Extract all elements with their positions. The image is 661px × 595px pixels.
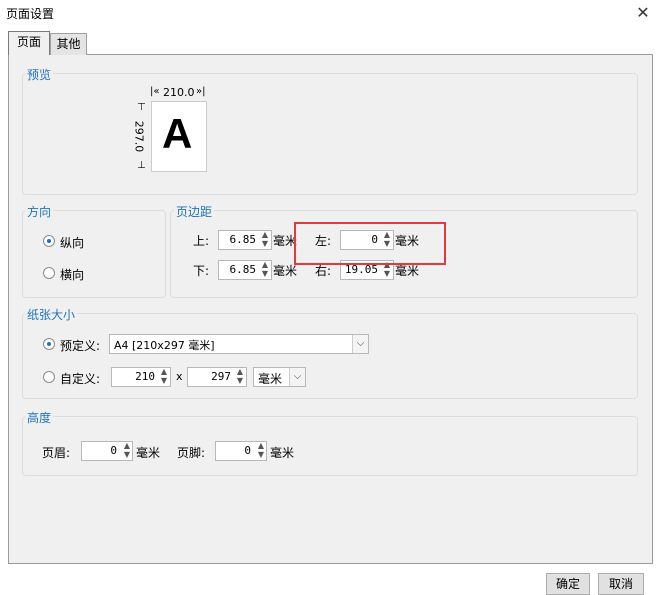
close-icon[interactable]: ✕ bbox=[633, 3, 653, 23]
preview-width-label: 210.0 bbox=[163, 86, 195, 99]
landscape-radio[interactable] bbox=[43, 267, 55, 279]
chevron-down-icon[interactable]: ▼ bbox=[259, 239, 271, 248]
height-group-title: 高度 bbox=[25, 409, 54, 426]
ok-button[interactable]: 确定 bbox=[546, 573, 590, 595]
chevron-up-icon[interactable]: ▲ bbox=[234, 367, 246, 376]
chevron-down-icon[interactable]: ▼ bbox=[255, 450, 267, 459]
margin-top-label: 上: bbox=[193, 234, 210, 248]
footer-label: 页脚: bbox=[177, 446, 206, 460]
custom-width-stepper[interactable]: ▲ ▼ bbox=[158, 367, 170, 387]
highlight-box bbox=[294, 222, 446, 265]
margin-top-stepper[interactable]: ▲ ▼ bbox=[259, 230, 271, 250]
chevron-up-icon[interactable]: ▲ bbox=[255, 441, 267, 450]
header-stepper[interactable]: ▲ ▼ bbox=[121, 441, 133, 461]
margin-bottom-stepper[interactable]: ▲ ▼ bbox=[259, 260, 271, 280]
preview-height-label: 297.0 bbox=[132, 120, 146, 153]
unit-select-value: 毫米 bbox=[258, 372, 283, 386]
chevron-up-icon[interactable]: ▲ bbox=[259, 230, 271, 239]
footer-stepper[interactable]: ▲ ▼ bbox=[255, 441, 267, 461]
chevron-down-icon[interactable]: ⌵ bbox=[352, 335, 368, 353]
paper-size-group-title: 纸张大小 bbox=[25, 306, 78, 323]
margin-bottom-label: 下: bbox=[193, 264, 210, 278]
chevron-down-icon[interactable]: ▼ bbox=[381, 269, 393, 278]
landscape-label[interactable]: 横向 bbox=[60, 266, 84, 283]
orientation-group-title: 方向 bbox=[25, 203, 54, 220]
predefined-radio[interactable] bbox=[43, 338, 55, 350]
predefined-label[interactable]: 预定义: bbox=[60, 337, 100, 354]
tab-other[interactable]: 其他 bbox=[50, 33, 87, 55]
chevron-up-icon[interactable]: ▲ bbox=[158, 367, 170, 376]
footer-unit: 毫米 bbox=[270, 446, 295, 460]
paper-size-select-value: A4 [210x297 毫米] bbox=[114, 339, 215, 352]
chevron-up-icon[interactable]: ▲ bbox=[121, 441, 133, 450]
header-label: 页眉: bbox=[42, 446, 71, 460]
preview-page: A bbox=[151, 101, 207, 172]
unit-select[interactable]: 毫米 ⌵ bbox=[253, 367, 306, 387]
size-separator: x bbox=[176, 370, 183, 383]
custom-radio[interactable] bbox=[43, 371, 55, 383]
chevron-down-icon[interactable]: ▼ bbox=[259, 269, 271, 278]
paper-size-select[interactable]: A4 [210x297 毫米] ⌵ bbox=[109, 334, 369, 354]
portrait-label[interactable]: 纵向 bbox=[60, 234, 84, 251]
portrait-radio[interactable] bbox=[43, 235, 55, 247]
preview-height-dimension: ⊤ 297.0 ⊥ bbox=[132, 102, 146, 171]
tab-page[interactable]: 页面 bbox=[8, 31, 50, 55]
orientation-group bbox=[22, 210, 166, 298]
custom-height-stepper[interactable]: ▲ ▼ bbox=[234, 367, 246, 387]
window-title: 页面设置 bbox=[6, 7, 55, 21]
chevron-down-icon[interactable]: ▼ bbox=[234, 376, 246, 385]
chevron-up-icon[interactable]: ▲ bbox=[259, 260, 271, 269]
chevron-down-icon[interactable]: ▼ bbox=[121, 450, 133, 459]
cancel-button[interactable]: 取消 bbox=[598, 573, 644, 595]
custom-label[interactable]: 自定义: bbox=[60, 370, 100, 387]
preview-group-title: 预览 bbox=[25, 66, 54, 83]
preview-sample-letter: A bbox=[162, 110, 193, 157]
chevron-down-icon[interactable]: ⌵ bbox=[289, 368, 305, 386]
preview-group bbox=[22, 73, 638, 195]
chevron-down-icon[interactable]: ▼ bbox=[158, 376, 170, 385]
title-bar bbox=[0, 0, 661, 27]
preview-width-dimension: |« 210.0 »| bbox=[150, 86, 206, 99]
margins-group-title: 页边距 bbox=[174, 203, 215, 220]
header-unit: 毫米 bbox=[136, 446, 161, 460]
